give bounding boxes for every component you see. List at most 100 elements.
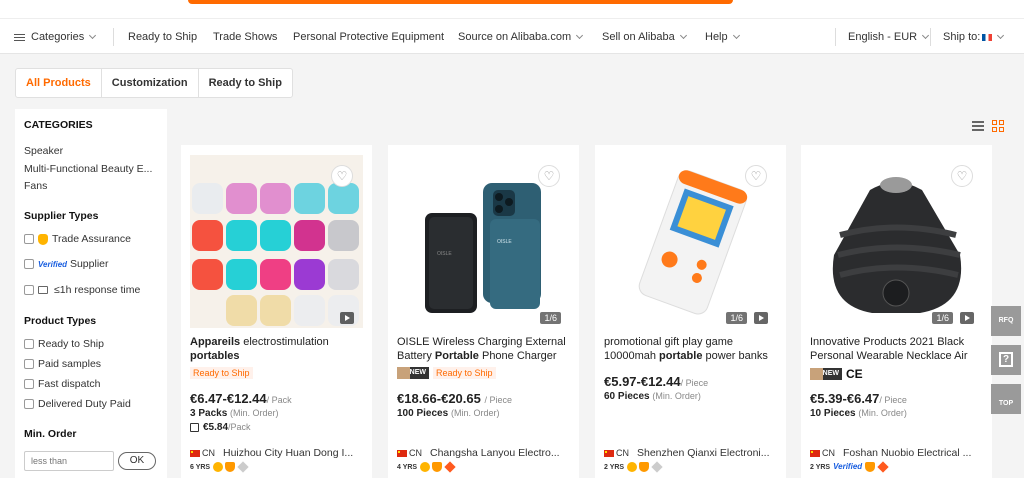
product-image[interactable]: ♡ 1/6 xyxy=(810,155,983,328)
tab-all-products[interactable]: All Products xyxy=(16,69,102,97)
favorite-heart-icon[interactable]: ♡ xyxy=(331,165,353,187)
trade-assurance-icon xyxy=(225,462,236,472)
filter-delivered-duty-paid[interactable]: Delivered Duty Paid xyxy=(24,398,131,410)
checkbox[interactable] xyxy=(24,399,34,410)
nav-help[interactable]: Help xyxy=(705,19,740,55)
grid-view-icon[interactable] xyxy=(992,120,1004,132)
chevron-down-icon xyxy=(732,31,740,40)
nav-ship-to[interactable]: Ship to: xyxy=(943,19,1005,55)
filter-verified-supplier[interactable]: Verified Supplier xyxy=(24,258,109,270)
image-counter: 1/6 xyxy=(932,312,953,324)
supplier-row[interactable]: CN Shenzhen Qianxi Electroni... xyxy=(604,447,779,459)
feedback-button[interactable]: ? xyxy=(991,345,1021,375)
product-card[interactable]: ♡ Appareils electrostimulation portables … xyxy=(181,145,372,478)
svg-text:OISLE: OISLE xyxy=(497,239,512,245)
product-tabs: All Products Customization Ready to Ship xyxy=(15,68,293,98)
min-order-input[interactable] xyxy=(24,451,114,471)
product-types-heading: Product Types xyxy=(24,315,97,327)
nav-trade-shows[interactable]: Trade Shows xyxy=(213,19,277,55)
product-image[interactable]: ♡ 1/6 xyxy=(604,155,777,328)
supplier-name[interactable]: Huizhou City Huan Dong I... xyxy=(223,447,353,459)
favorite-heart-icon[interactable]: ♡ xyxy=(538,165,560,187)
category-speaker[interactable]: Speaker xyxy=(24,145,63,157)
filter-sidebar: CATEGORIES Speaker Multi-Functional Beau… xyxy=(15,109,167,478)
new-badge: NEW xyxy=(810,368,842,380)
checkbox[interactable] xyxy=(24,379,34,390)
chevron-down-icon xyxy=(89,31,97,40)
back-to-top-button[interactable]: TOP xyxy=(991,384,1021,414)
checkbox[interactable] xyxy=(24,359,34,370)
rfq-button[interactable]: RFQ xyxy=(991,306,1021,336)
chat-icon xyxy=(38,286,48,295)
price-range: €5.39-€6.47/ Piece xyxy=(810,391,907,406)
video-play-icon[interactable] xyxy=(754,312,768,324)
divider xyxy=(930,28,931,46)
china-flag-icon xyxy=(397,449,407,457)
price-range: €6.47-€12.44/ Pack xyxy=(190,391,292,406)
supplier-name[interactable]: Shenzhen Qianxi Electroni... xyxy=(637,447,770,459)
nav-ppe[interactable]: Personal Protective Equipment xyxy=(293,19,444,55)
divider xyxy=(835,28,836,46)
china-flag-icon xyxy=(604,449,614,457)
product-card[interactable]: ♡ 1/6 promotional gift play game 10000ma… xyxy=(595,145,786,478)
favorite-heart-icon[interactable]: ♡ xyxy=(951,165,973,187)
filter-response-time[interactable]: ≤1h response time xyxy=(24,284,140,296)
video-play-icon[interactable] xyxy=(960,312,974,324)
checkbox[interactable] xyxy=(24,285,34,296)
top-strip xyxy=(0,0,1024,18)
gold-medal-icon xyxy=(627,462,638,472)
nav-language[interactable]: English - EUR xyxy=(848,19,930,55)
product-title[interactable]: Appareils electrostimulation portables xyxy=(190,335,365,363)
category-beauty[interactable]: Multi-Functional Beauty E... xyxy=(24,163,152,175)
product-image[interactable]: ♡ xyxy=(190,155,363,328)
supplier-row[interactable]: CN Changsha Lanyou Electro... xyxy=(397,447,572,459)
product-card[interactable]: OISLE OISLE ♡ 1/6 OISLE Wireless Chargin… xyxy=(388,145,579,478)
product-image[interactable]: OISLE OISLE ♡ 1/6 xyxy=(397,155,570,328)
view-toggle xyxy=(969,119,1009,135)
supplier-row[interactable]: CN Foshan Nuobio Electrical ... xyxy=(810,447,985,459)
product-title[interactable]: OISLE Wireless Charging External Battery… xyxy=(397,335,572,363)
min-order-qty: 60 Pieces (Min. Order) xyxy=(604,391,701,402)
badge-row: NEW CE xyxy=(810,367,863,381)
chevron-down-icon xyxy=(576,31,584,40)
category-fans[interactable]: Fans xyxy=(24,180,47,192)
top-nav: Categories Ready to Ship Trade Shows Per… xyxy=(0,18,1024,54)
bag-icon xyxy=(190,422,199,432)
image-counter: 1/6 xyxy=(540,312,561,324)
product-title[interactable]: promotional gift play game 10000mah port… xyxy=(604,335,779,363)
supplier-name[interactable]: Changsha Lanyou Electro... xyxy=(430,447,560,459)
list-view-icon[interactable] xyxy=(972,120,984,132)
france-flag-icon xyxy=(982,33,993,41)
product-card[interactable]: ♡ 1/6 Innovative Products 2021 Black Per… xyxy=(801,145,992,478)
trade-assurance-icon xyxy=(38,233,48,245)
nav-source[interactable]: Source on Alibaba.com xyxy=(458,19,584,55)
tab-ready-to-ship[interactable]: Ready to Ship xyxy=(199,69,292,97)
filter-fast-dispatch[interactable]: Fast dispatch xyxy=(24,378,100,390)
checkbox[interactable] xyxy=(24,339,34,350)
checkbox[interactable] xyxy=(24,234,34,245)
checkbox[interactable] xyxy=(24,259,34,270)
search-bar-edge[interactable] xyxy=(188,0,733,4)
chevron-down-icon xyxy=(922,31,930,40)
nav-ready-to-ship[interactable]: Ready to Ship xyxy=(128,19,197,55)
nav-categories[interactable]: Categories xyxy=(14,19,97,55)
badge-row: NEW Ready to Ship xyxy=(397,367,496,380)
supplier-badges: 4 YRS xyxy=(397,461,456,473)
filter-paid-samples[interactable]: Paid samples xyxy=(24,358,101,370)
menu-icon xyxy=(14,32,25,43)
supplier-name[interactable]: Foshan Nuobio Electrical ... xyxy=(843,447,971,459)
trade-assurance-icon xyxy=(432,462,443,472)
ok-button[interactable]: OK xyxy=(118,452,156,470)
nav-sell[interactable]: Sell on Alibaba xyxy=(602,19,687,55)
diamond-icon xyxy=(651,461,663,473)
filter-trade-assurance[interactable]: Trade Assurance xyxy=(24,233,131,245)
ce-mark: CE xyxy=(846,367,863,381)
sample-price: €5.84/Pack xyxy=(190,422,251,433)
tab-customization[interactable]: Customization xyxy=(102,69,199,97)
supplier-row[interactable]: CN Huizhou City Huan Dong I... xyxy=(190,447,365,459)
product-title[interactable]: Innovative Products 2021 Black Personal … xyxy=(810,335,985,363)
filter-ready-to-ship[interactable]: Ready to Ship xyxy=(24,338,104,350)
favorite-heart-icon[interactable]: ♡ xyxy=(745,165,767,187)
supplier-badges: 2 YRS Verified xyxy=(810,461,889,473)
video-play-icon[interactable] xyxy=(340,312,354,324)
